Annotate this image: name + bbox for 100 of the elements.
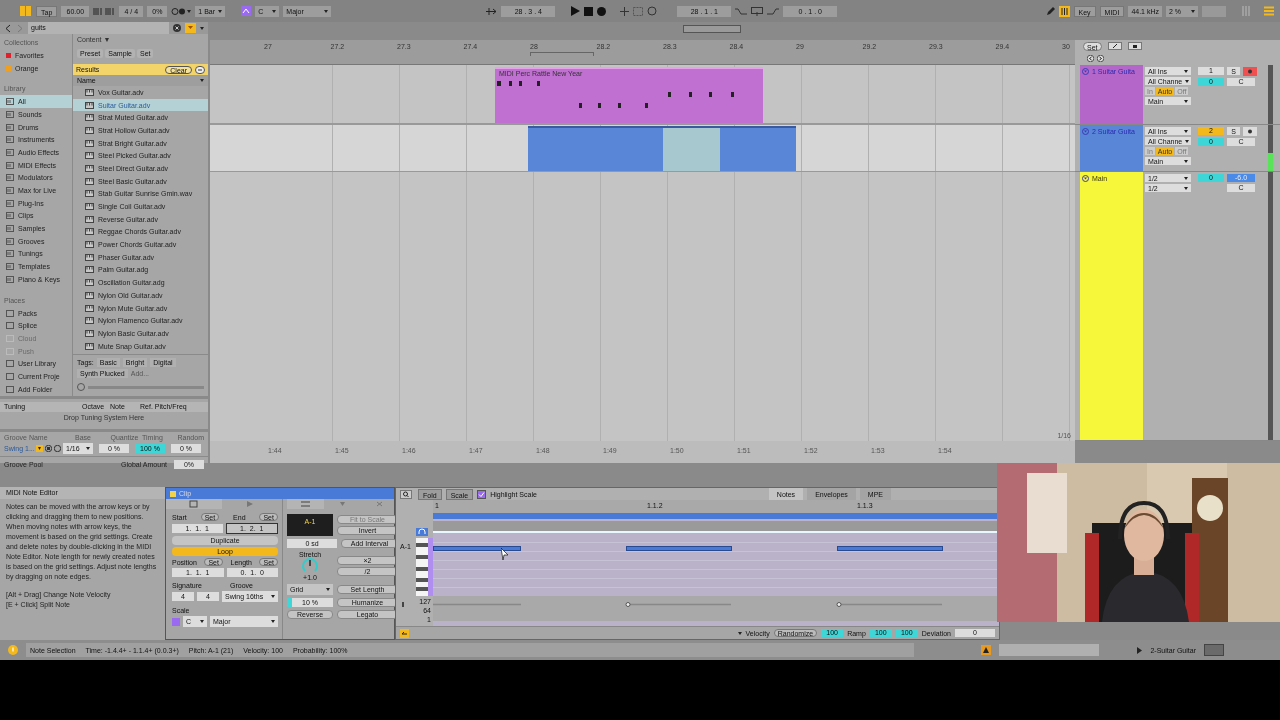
- filter-icon[interactable]: [185, 23, 196, 33]
- fold-icon[interactable]: [1082, 175, 1089, 182]
- overview-window[interactable]: [683, 25, 741, 33]
- caret-icon: [271, 620, 275, 623]
- automation-icon[interactable]: [633, 6, 644, 16]
- fold-icon[interactable]: [1082, 128, 1089, 135]
- caret-icon: [1184, 69, 1188, 73]
- category-icon: [6, 212, 14, 220]
- menu-icon[interactable]: [1264, 6, 1274, 16]
- midi-note[interactable]: [433, 546, 521, 551]
- back-icon[interactable]: [1087, 55, 1094, 62]
- category-icon: [6, 275, 14, 283]
- caret-icon: [1184, 99, 1188, 103]
- keyboard-icon[interactable]: [1058, 5, 1070, 17]
- caret-icon: [324, 9, 329, 13]
- preset-icon: [85, 342, 94, 350]
- nudge-icon[interactable]: [93, 6, 116, 16]
- lock-icon[interactable]: [1127, 42, 1142, 50]
- midi-note[interactable]: [626, 546, 732, 551]
- preset-icon: [85, 279, 94, 287]
- preset-icon: [85, 177, 94, 185]
- category-icon: [6, 161, 14, 169]
- audio-clip[interactable]: [528, 126, 796, 171]
- caret-icon: [1184, 159, 1188, 163]
- category-icon: [6, 110, 14, 118]
- metronome-icon[interactable]: [171, 6, 192, 16]
- play-icon[interactable]: [571, 6, 581, 16]
- caret-icon: [1184, 186, 1188, 190]
- category-icon: [6, 98, 14, 106]
- status-field: [1204, 644, 1224, 656]
- midi-note[interactable]: [837, 546, 943, 551]
- caret-icon: [200, 620, 204, 623]
- caret-icon: [271, 595, 275, 598]
- caret-icon[interactable]: [737, 631, 742, 635]
- category-icon: [6, 237, 14, 245]
- forward-icon[interactable]: [1097, 55, 1104, 62]
- preset-icon: [85, 329, 94, 337]
- preset-icon: [85, 152, 94, 160]
- punch-in-icon[interactable]: [735, 6, 748, 16]
- punch-out-icon[interactable]: [767, 6, 780, 16]
- mouse-cursor-icon: [501, 548, 509, 560]
- preset-icon: [85, 291, 94, 299]
- plus-icon[interactable]: [620, 6, 630, 16]
- zoom-icon[interactable]: [400, 489, 412, 499]
- piano-keyboard-drawing: [416, 538, 433, 596]
- preset-icon: [85, 190, 94, 198]
- save-icon[interactable]: [45, 444, 52, 452]
- caret-icon: [1184, 129, 1188, 133]
- meter-icon: [1242, 6, 1250, 16]
- category-icon: [6, 187, 14, 195]
- preset-icon: [85, 304, 94, 312]
- play-icon[interactable]: [1137, 646, 1143, 654]
- preset-icon: [85, 126, 94, 134]
- caret-icon: [1185, 79, 1190, 83]
- fold-icon[interactable]: [1082, 68, 1089, 75]
- groove-commit-icon[interactable]: [36, 444, 43, 452]
- browser-toggle-icon[interactable]: [20, 6, 32, 16]
- preset-icon: [85, 88, 94, 96]
- preset-icon: [85, 266, 94, 274]
- back-icon[interactable]: [4, 23, 12, 33]
- stop-icon[interactable]: [584, 6, 594, 16]
- preset-icon: [85, 101, 94, 109]
- sort-icon[interactable]: [200, 79, 204, 82]
- expand-icon[interactable]: [1107, 42, 1122, 50]
- preset-icon: [85, 253, 94, 261]
- scale-mode-icon[interactable]: [241, 6, 252, 16]
- warning-icon[interactable]: [981, 645, 992, 655]
- pencil-icon[interactable]: [1045, 6, 1055, 16]
- preset-icon: [85, 139, 94, 147]
- preset-icon: [85, 203, 94, 211]
- loop-brace[interactable]: [530, 52, 594, 56]
- preview-icon[interactable]: [416, 528, 428, 536]
- info-icon[interactable]: [8, 645, 18, 655]
- clear-search-icon[interactable]: [173, 24, 181, 32]
- category-icon: [6, 123, 14, 131]
- hot-swap-icon[interactable]: [54, 444, 61, 452]
- preset-icon: [85, 164, 94, 172]
- stretch-knob[interactable]: [302, 558, 318, 574]
- preset-icon: [85, 114, 94, 122]
- caret-icon: [1191, 9, 1195, 13]
- category-icon: [6, 225, 14, 233]
- clip-color-icon: [170, 490, 176, 497]
- preset-icon: [85, 317, 94, 325]
- loop-switch-icon[interactable]: [751, 6, 764, 16]
- follow-icon[interactable]: [485, 6, 498, 16]
- arm-icon[interactable]: [1243, 127, 1257, 136]
- caret-icon: [326, 588, 330, 591]
- velocity-toggle-icon[interactable]: [400, 628, 409, 638]
- preset-icon: [85, 215, 94, 223]
- category-icon: [6, 250, 14, 258]
- clip-tab-icon[interactable]: [166, 499, 222, 509]
- preview-icon[interactable]: [77, 383, 85, 392]
- loop-icon[interactable]: [647, 6, 658, 16]
- record-icon[interactable]: [597, 6, 607, 16]
- caret-icon: [272, 9, 277, 13]
- checkbox[interactable]: [477, 489, 487, 499]
- caret-icon[interactable]: [200, 26, 204, 30]
- start-marker-bar[interactable]: [433, 521, 999, 533]
- collapse-icon[interactable]: [195, 65, 205, 74]
- note-tools-tab-icon[interactable]: [287, 499, 324, 509]
